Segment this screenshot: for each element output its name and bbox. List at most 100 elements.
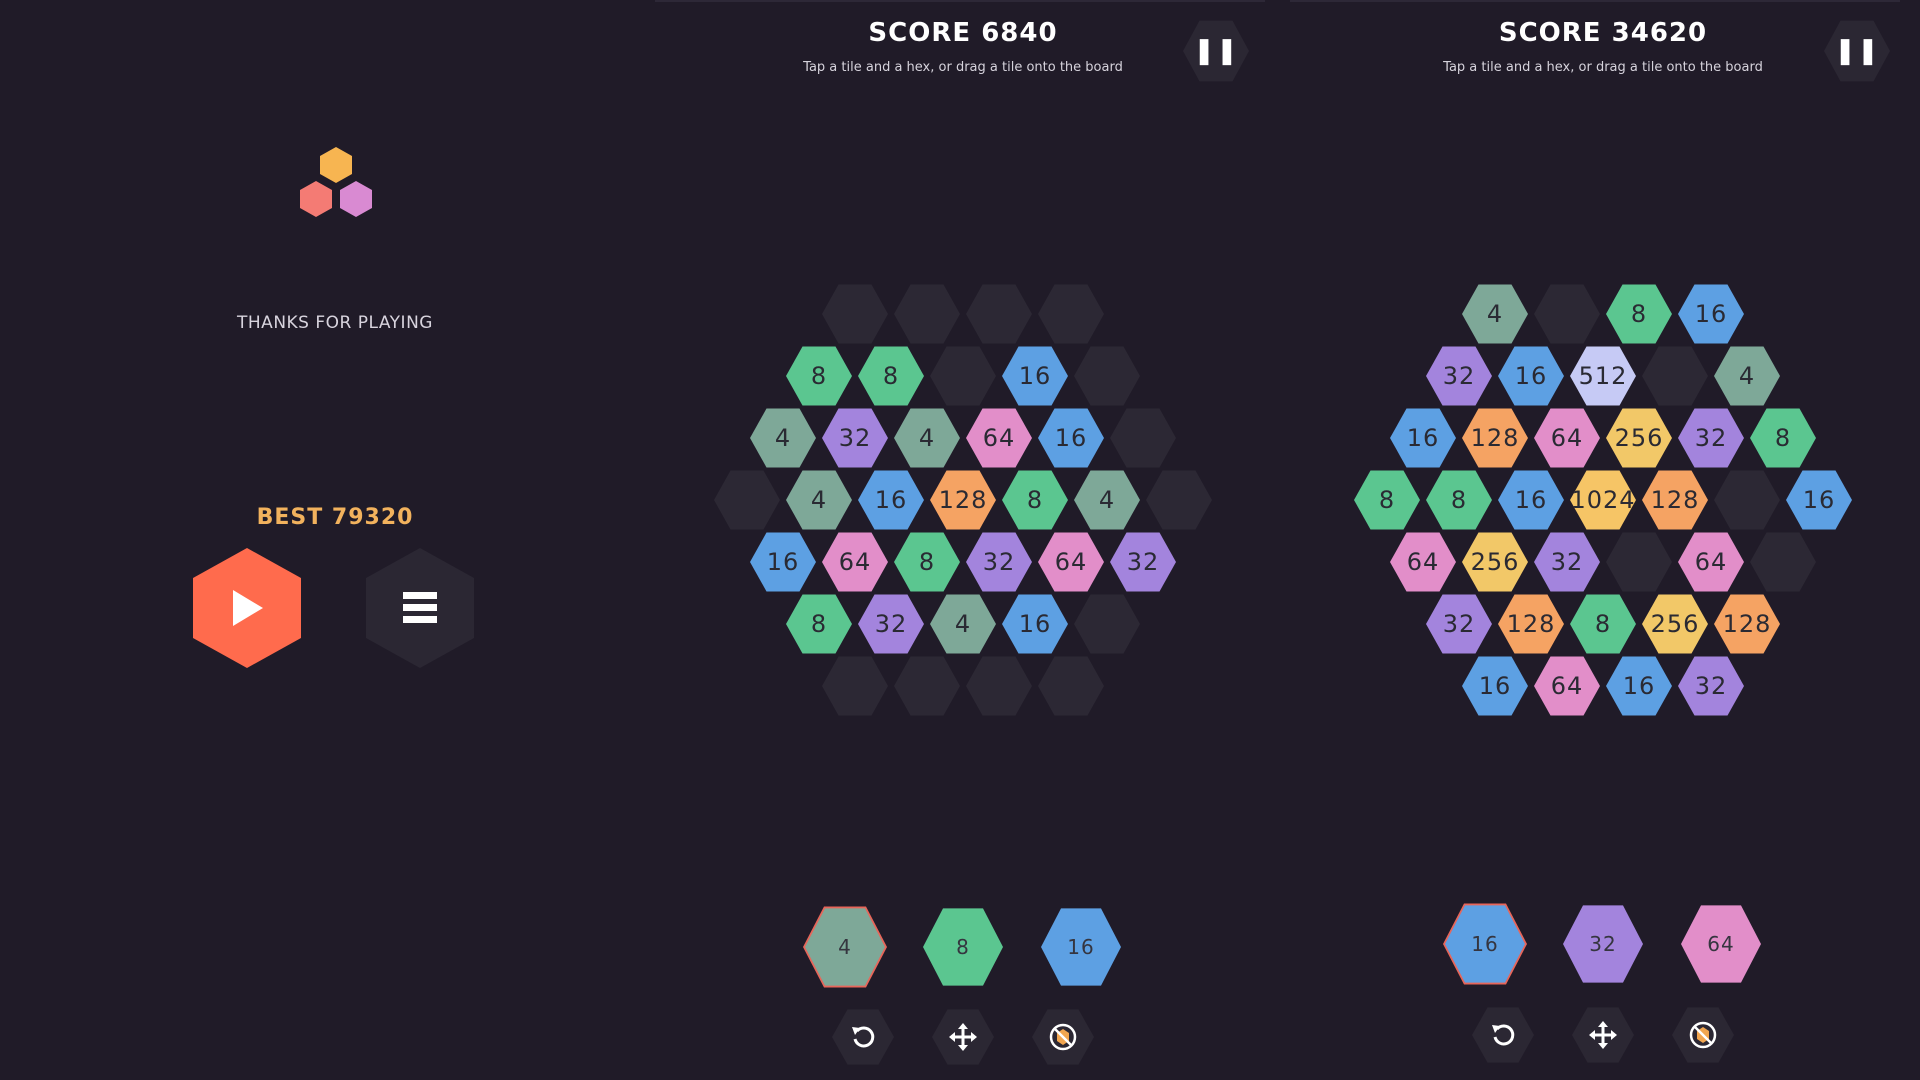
board-tile[interactable]: 4 (930, 594, 996, 654)
undo-icon (1488, 1020, 1518, 1050)
board-tile[interactable]: 128 (1462, 408, 1528, 468)
board-tile[interactable]: 8 (1002, 470, 1068, 530)
board-tile[interactable]: 32 (966, 532, 1032, 592)
board-tile[interactable]: 8 (786, 594, 852, 654)
board-tile[interactable]: 128 (930, 470, 996, 530)
move-button[interactable] (932, 1009, 994, 1065)
board-tile[interactable]: 64 (1390, 532, 1456, 592)
board-tile[interactable]: 256 (1606, 408, 1672, 468)
top-divider (655, 0, 1265, 2)
board-tile[interactable]: 1024 (1570, 470, 1636, 530)
empty-cell[interactable] (1146, 470, 1212, 530)
board-tile[interactable]: 32 (1678, 408, 1744, 468)
board-tile[interactable]: 8 (1606, 284, 1672, 344)
board-tile[interactable]: 128 (1714, 594, 1780, 654)
empty-cell[interactable] (1074, 346, 1140, 406)
board-tile[interactable]: 16 (1606, 656, 1672, 716)
board-tile[interactable]: 4 (1714, 346, 1780, 406)
board-tile[interactable]: 16 (1002, 594, 1068, 654)
empty-cell[interactable] (1714, 470, 1780, 530)
board-tile[interactable]: 64 (1038, 532, 1104, 592)
board-tile[interactable]: 16 (750, 532, 816, 592)
board-tile[interactable]: 16 (1786, 470, 1852, 530)
game-logo-icon (300, 147, 372, 217)
empty-cell[interactable] (930, 346, 996, 406)
tray-tile[interactable]: 8 (923, 908, 1003, 986)
bomb-button[interactable] (1032, 1009, 1094, 1065)
board-tile[interactable]: 4 (1074, 470, 1140, 530)
game-screen-2: SCORE 34620 Tap a tile and a hex, or dra… (1290, 0, 1920, 1080)
empty-cell[interactable] (1750, 532, 1816, 592)
undo-button[interactable] (1472, 1007, 1534, 1063)
board-tile[interactable]: 8 (1750, 408, 1816, 468)
board-tile[interactable]: 8 (858, 346, 924, 406)
empty-cell[interactable] (822, 284, 888, 344)
board-tile[interactable]: 8 (1354, 470, 1420, 530)
empty-cell[interactable] (966, 284, 1032, 344)
board-tile[interactable]: 4 (750, 408, 816, 468)
board-tile[interactable]: 64 (1678, 532, 1744, 592)
board-tile[interactable]: 512 (1570, 346, 1636, 406)
play-button[interactable] (193, 548, 301, 668)
board-tile[interactable]: 32 (1110, 532, 1176, 592)
score-display: SCORE 6840 (655, 18, 1271, 48)
tray-tile[interactable]: 16 (1041, 908, 1121, 986)
bomb-button[interactable] (1672, 1007, 1734, 1063)
menu-button[interactable] (366, 548, 474, 668)
thanks-message: THANKS FOR PLAYING (237, 313, 433, 333)
game-screen-1: SCORE 6840 Tap a tile and a hex, or drag… (655, 0, 1295, 1080)
board-tile[interactable]: 32 (858, 594, 924, 654)
board-tile[interactable]: 16 (1038, 408, 1104, 468)
board-tile[interactable]: 32 (822, 408, 888, 468)
board-tile[interactable]: 128 (1498, 594, 1564, 654)
tray-tile-selected[interactable]: 4 (805, 908, 885, 986)
empty-cell[interactable] (714, 470, 780, 530)
board-tile[interactable]: 16 (1498, 470, 1564, 530)
empty-cell[interactable] (1038, 284, 1104, 344)
empty-cell[interactable] (894, 656, 960, 716)
board-tile[interactable]: 8 (1570, 594, 1636, 654)
board-tile[interactable]: 8 (1426, 470, 1492, 530)
empty-cell[interactable] (822, 656, 888, 716)
empty-cell[interactable] (1074, 594, 1140, 654)
empty-cell[interactable] (894, 284, 960, 344)
board-tile[interactable]: 256 (1642, 594, 1708, 654)
board-tile[interactable]: 16 (1678, 284, 1744, 344)
tray-tile[interactable]: 32 (1563, 905, 1643, 983)
board-tile[interactable]: 4 (1462, 284, 1528, 344)
tray-tile-selected[interactable]: 16 (1445, 905, 1525, 983)
empty-cell[interactable] (966, 656, 1032, 716)
board-tile[interactable]: 16 (1462, 656, 1528, 716)
best-value: 79320 (331, 505, 414, 530)
board-tile[interactable]: 32 (1426, 594, 1492, 654)
board-tile[interactable]: 256 (1462, 532, 1528, 592)
empty-cell[interactable] (1642, 346, 1708, 406)
move-button[interactable] (1572, 1007, 1634, 1063)
board-tile[interactable]: 64 (966, 408, 1032, 468)
board-tile[interactable]: 32 (1426, 346, 1492, 406)
board-tile[interactable]: 16 (1498, 346, 1564, 406)
empty-cell[interactable] (1110, 408, 1176, 468)
board-tile[interactable]: 128 (1642, 470, 1708, 530)
undo-button[interactable] (832, 1009, 894, 1065)
board-tile[interactable]: 32 (1534, 532, 1600, 592)
pause-icon: ❚❚ (1834, 36, 1880, 66)
board-tile[interactable]: 8 (894, 532, 960, 592)
board-tile[interactable]: 64 (1534, 408, 1600, 468)
empty-cell[interactable] (1606, 532, 1672, 592)
empty-cell[interactable] (1534, 284, 1600, 344)
empty-cell[interactable] (1038, 656, 1104, 716)
board-tile[interactable]: 64 (822, 532, 888, 592)
board-tile[interactable]: 4 (894, 408, 960, 468)
board-tile[interactable]: 32 (1678, 656, 1744, 716)
board-tile[interactable]: 16 (1002, 346, 1068, 406)
tray-tile[interactable]: 64 (1681, 905, 1761, 983)
board-tile[interactable]: 16 (1390, 408, 1456, 468)
board-tile[interactable]: 4 (786, 470, 852, 530)
bomb-icon (1048, 1022, 1078, 1052)
board-tile[interactable]: 64 (1534, 656, 1600, 716)
board-tile[interactable]: 16 (858, 470, 924, 530)
best-score: BEST 79320 (0, 505, 670, 530)
hamburger-icon (403, 592, 437, 623)
board-tile[interactable]: 8 (786, 346, 852, 406)
